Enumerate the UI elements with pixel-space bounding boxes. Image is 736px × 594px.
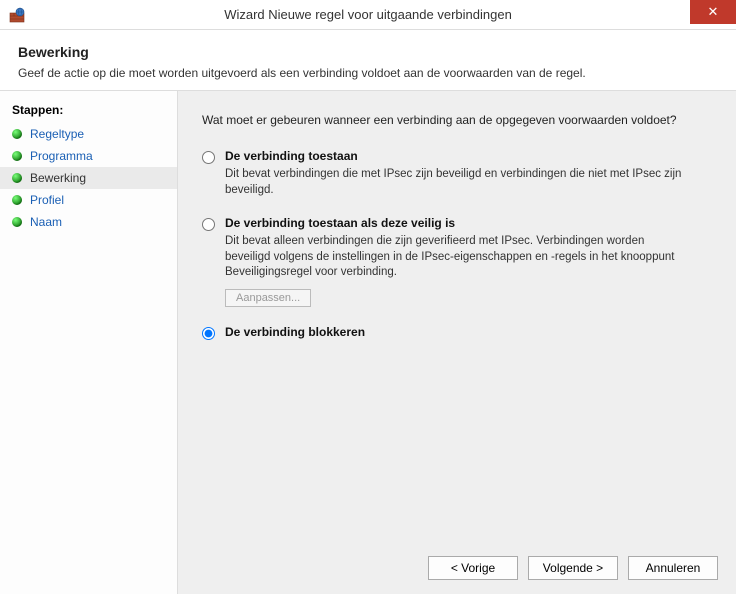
sidebar-item-bewerking[interactable]: Bewerking [0,167,177,189]
window-title: Wizard Nieuwe regel voor uitgaande verbi… [0,7,736,22]
steps-title: Stappen: [0,99,177,123]
close-button[interactable]: ✕ [690,0,736,24]
titlebar: Wizard Nieuwe regel voor uitgaande verbi… [0,0,736,30]
option-desc: Dit bevat alleen verbindingen die zijn g… [225,234,685,281]
action-options: De verbinding toestaan Dit bevat verbind… [202,149,712,343]
sidebar-item-label: Bewerking [30,171,86,185]
customize-button: Aanpassen... [225,289,311,307]
sidebar-item-programma[interactable]: Programma [0,145,177,167]
step-dot-icon [12,151,22,161]
back-button[interactable]: < Vorige [428,556,518,580]
steps-sidebar: Stappen: Regeltype Programma Bewerking P… [0,91,178,594]
next-button[interactable]: Volgende > [528,556,618,580]
option-desc: Dit bevat verbindingen die met IPsec zij… [225,167,685,198]
wizard-header: Bewerking Geef de actie op die moet word… [0,30,736,91]
step-dot-icon [12,195,22,205]
step-dot-icon [12,173,22,183]
step-dot-icon [12,217,22,227]
option-title: De verbinding blokkeren [225,325,365,339]
wizard-footer: < Vorige Volgende > Annuleren [428,556,718,580]
radio-allow[interactable] [202,151,215,164]
radio-allow-secure[interactable] [202,218,215,231]
firewall-icon [8,6,26,24]
page-subtitle: Geef de actie op die moet worden uitgevo… [18,66,718,80]
option-title: De verbinding toestaan als deze veilig i… [225,216,685,230]
option-allow[interactable]: De verbinding toestaan Dit bevat verbind… [202,149,712,198]
action-question: Wat moet er gebeuren wanneer een verbind… [202,113,712,127]
sidebar-item-regeltype[interactable]: Regeltype [0,123,177,145]
sidebar-item-naam[interactable]: Naam [0,211,177,233]
option-allow-secure[interactable]: De verbinding toestaan als deze veilig i… [202,216,712,307]
option-block[interactable]: De verbinding blokkeren [202,325,712,343]
cancel-button[interactable]: Annuleren [628,556,718,580]
page-heading: Bewerking [18,44,718,60]
sidebar-item-label: Naam [30,215,62,229]
radio-block[interactable] [202,327,215,340]
option-title: De verbinding toestaan [225,149,685,163]
main-panel: Wat moet er gebeuren wanneer een verbind… [178,91,736,594]
sidebar-item-label: Programma [30,149,93,163]
sidebar-item-profiel[interactable]: Profiel [0,189,177,211]
step-dot-icon [12,129,22,139]
sidebar-item-label: Profiel [30,193,64,207]
close-icon: ✕ [708,4,719,20]
sidebar-item-label: Regeltype [30,127,84,141]
